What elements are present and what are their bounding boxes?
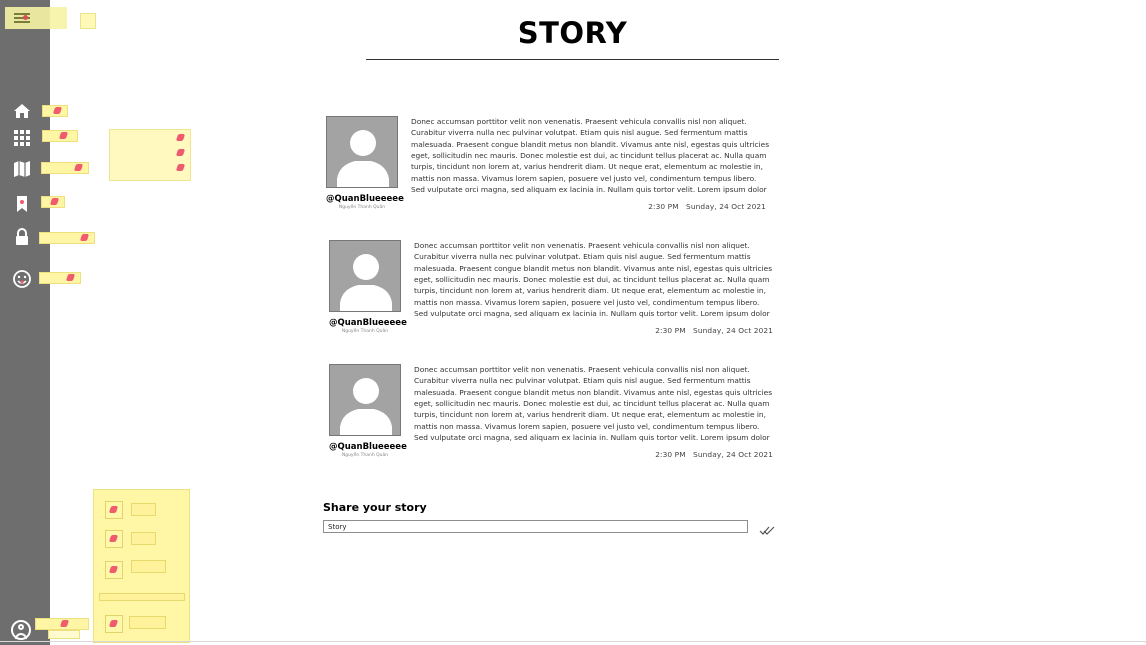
story-input[interactable]: Story (323, 520, 748, 533)
post-time: 2:30 PM (648, 202, 679, 211)
user-icon[interactable] (11, 620, 31, 640)
grid-icon[interactable] (11, 127, 33, 149)
avatar[interactable] (329, 364, 401, 436)
post-timestamp: 2:30 PM Sunday, 24 Oct 2021 (655, 326, 773, 335)
nav-label-lock[interactable] (39, 232, 95, 244)
avatar[interactable] (326, 116, 398, 188)
page-title: STORY (517, 16, 628, 50)
nav-sublabel-user (48, 630, 80, 639)
post-date: Sunday, 24 Oct 2021 (686, 202, 766, 211)
post-body: Donec accumsan porttitor velit non venen… (414, 241, 773, 319)
post-handle[interactable]: @QuanBlueeeee (329, 442, 407, 452)
flyout-item-label[interactable] (131, 503, 156, 516)
nav-label-user[interactable] (35, 618, 89, 630)
flyout-divider (99, 593, 185, 601)
bottom-border (0, 641, 1146, 642)
notification-dot (23, 15, 28, 20)
post-time: 2:30 PM (655, 326, 686, 335)
bookmark-icon[interactable] (11, 193, 33, 215)
flyout-item-icon[interactable] (105, 561, 123, 579)
window-control-square[interactable] (80, 13, 96, 29)
share-story-heading: Share your story (323, 501, 427, 514)
flyout-item-marker[interactable] (175, 149, 186, 156)
post-date: Sunday, 24 Oct 2021 (693, 326, 773, 335)
post-body: Donec accumsan porttitor velit non venen… (414, 365, 773, 443)
nav-label-map[interactable] (41, 162, 89, 174)
nav-label-emoji[interactable] (39, 272, 81, 284)
story-post: @QuanBlueeeee Nguyễn Thanh Quân Donec ac… (329, 240, 779, 340)
post-handle[interactable]: @QuanBlueeeee (326, 194, 404, 204)
flyout-item-marker[interactable] (175, 134, 186, 141)
lock-icon[interactable] (11, 226, 33, 248)
side-rail (0, 0, 50, 645)
flyout-item-label[interactable] (131, 560, 166, 573)
apps-flyout-panel (109, 129, 191, 181)
story-post: @QuanBlueeeee Nguyễn Thanh Quân Donec ac… (329, 364, 779, 464)
post-body: Donec accumsan porttitor velit non venen… (411, 117, 770, 195)
flyout-item-icon[interactable] (105, 530, 123, 548)
post-time: 2:30 PM (655, 450, 686, 459)
nav-label-home[interactable] (42, 105, 68, 117)
bottom-flyout-panel (93, 489, 190, 643)
nav-label-bookmark[interactable] (41, 196, 65, 208)
hamburger-menu-button[interactable] (5, 7, 67, 29)
post-date: Sunday, 24 Oct 2021 (693, 450, 773, 459)
story-post: @QuanBlueeeee Nguyễn Thanh Quân Donec ac… (326, 116, 776, 216)
home-icon[interactable] (11, 100, 33, 122)
flyout-item-icon[interactable] (105, 501, 123, 519)
send-button[interactable] (759, 521, 775, 535)
avatar[interactable] (329, 240, 401, 312)
map-icon[interactable] (11, 158, 33, 180)
flyout-item-label[interactable] (131, 532, 156, 545)
nav-label-apps[interactable] (42, 130, 78, 142)
post-fullname: Nguyễn Thanh Quân (341, 453, 389, 458)
post-handle[interactable]: @QuanBlueeeee (329, 318, 407, 328)
flyout-item-marker[interactable] (175, 164, 186, 171)
flyout-item-label[interactable] (129, 616, 166, 629)
emoji-icon[interactable] (11, 268, 33, 290)
post-fullname: Nguyễn Thanh Quân (338, 205, 386, 210)
post-timestamp: 2:30 PM Sunday, 24 Oct 2021 (648, 202, 766, 211)
flyout-item-icon[interactable] (105, 615, 123, 633)
double-check-icon (759, 526, 775, 535)
post-fullname: Nguyễn Thanh Quân (341, 329, 389, 334)
title-divider (366, 59, 779, 60)
post-timestamp: 2:30 PM Sunday, 24 Oct 2021 (655, 450, 773, 459)
